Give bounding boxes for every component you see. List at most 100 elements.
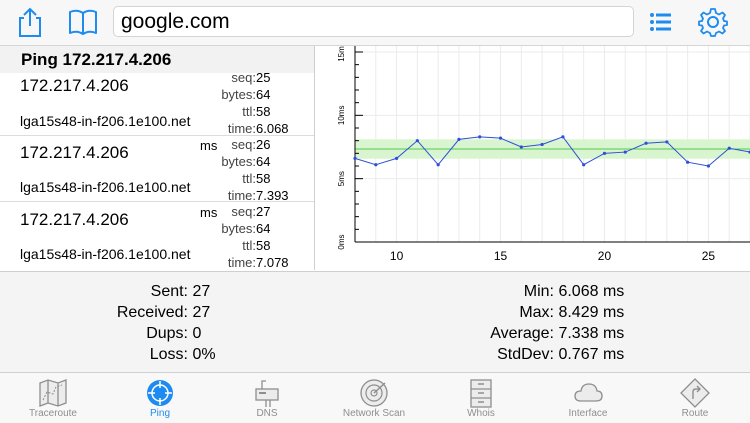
max-value: 8.429 ms [558, 304, 625, 321]
seq-label: seq: [231, 137, 256, 152]
book-icon[interactable] [67, 6, 99, 38]
latency-point [706, 164, 711, 168]
ping-list: Ping 172.217.4.206 172.217.4.206 lga15s4… [0, 46, 314, 269]
tab-whois[interactable]: Whois [428, 373, 534, 423]
time-label: time: [227, 121, 256, 136]
latency-point [415, 139, 419, 143]
latency-point [665, 140, 669, 144]
radar-icon [360, 379, 388, 407]
bytes-label: bytes: [221, 221, 256, 236]
average-stat: Average: 7.338 ms [440, 323, 624, 344]
ping-row[interactable]: 172.217.4.206 lga15s48-in-f206.1e100.net… [0, 202, 314, 269]
ttl-value: 58 [256, 104, 271, 119]
loss-label: Loss: [149, 346, 188, 363]
tab-traceroute[interactable]: Traceroute [0, 373, 106, 423]
row-ip: 172.217.4.206 [20, 143, 129, 162]
dups-label: Dups: [146, 325, 188, 342]
ping-title: Ping 172.217.4.206 [21, 50, 172, 69]
max-stat: Max: 8.429 ms [440, 302, 624, 323]
latency-point [498, 136, 503, 140]
y-tick-label: 5ms [337, 171, 346, 186]
cloud-icon [574, 383, 603, 402]
latency-point [686, 160, 690, 164]
seq-value: 25 [256, 70, 271, 85]
latency-point [561, 135, 565, 139]
gear-icon[interactable] [697, 6, 729, 38]
latency-point [374, 163, 378, 167]
map-icon [39, 379, 67, 407]
ttl-label: ttl: [242, 238, 256, 253]
bytes-value: 64 [256, 154, 271, 169]
tab-label: Traceroute [29, 408, 77, 419]
tab-label: Route [681, 408, 709, 419]
tab-label: Interface [568, 408, 608, 419]
seq-label: seq: [231, 70, 256, 85]
share-icon[interactable] [14, 6, 46, 38]
latency-point [457, 137, 461, 141]
dups-value: 0 [192, 325, 202, 342]
y-tick-label: 15ms [337, 46, 346, 62]
x-tick-label: 25 [702, 249, 716, 263]
sent-label: Sent: [150, 283, 188, 300]
y-tick-label: 10ms [337, 106, 346, 126]
loss-stat: Loss: 0% [60, 344, 216, 365]
tab-bar: Traceroute Ping DNS Network Scan Whois I… [0, 372, 750, 423]
received-stat: Received: 27 [60, 302, 210, 323]
latency-point [602, 151, 607, 155]
ping-row[interactable]: 172.217.4.206 lga15s48-in-f206.1e100.net… [0, 70, 314, 153]
latency-point [540, 142, 544, 147]
average-value: 7.338 ms [558, 325, 625, 342]
bytes-label: bytes: [221, 154, 256, 169]
bytes-value: 64 [256, 87, 271, 102]
ttl-value: 58 [256, 238, 271, 253]
sent-value: 27 [192, 283, 211, 300]
x-tick-label: 20 [598, 249, 612, 263]
tab-label: Ping [149, 408, 170, 419]
tab-label: Network Scan [342, 408, 406, 419]
url-input[interactable]: google.com [113, 6, 634, 37]
tab-ping[interactable]: Ping [107, 373, 213, 423]
loss-value: 0% [192, 346, 216, 363]
min-label: Min: [523, 283, 554, 300]
cabinet-icon [470, 379, 492, 408]
stddev-stat: StdDev: 0.767 ms [440, 344, 624, 365]
stats-panel: Sent: 27 Received: 27 Dups: 0 Loss: 0% M… [0, 271, 750, 373]
ping-row[interactable]: 172.217.4.206 lga15s48-in-f206.1e100.net… [0, 136, 314, 220]
tab-network-scan[interactable]: Network Scan [321, 373, 427, 423]
stddev-label: StdDev: [497, 346, 554, 363]
ttl-label: ttl: [242, 104, 256, 119]
latency-point [623, 150, 627, 154]
x-tick-label: 10 [390, 249, 404, 263]
row-ip: 172.217.4.206 [20, 76, 129, 95]
ping-latency-chart: 0ms 5ms 10ms 15ms 10 15 20 25 [315, 46, 750, 270]
received-label: Received: [116, 304, 188, 321]
tab-dns[interactable]: DNS [214, 373, 320, 423]
time-label: time: [227, 255, 256, 269]
bytes-label: bytes: [221, 87, 256, 102]
min-value: 6.068 ms [558, 283, 625, 300]
received-value: 27 [192, 304, 211, 321]
tab-route[interactable]: Route [642, 373, 748, 423]
min-stat: Min: 6.068 ms [440, 281, 625, 302]
list-icon[interactable] [645, 6, 677, 38]
average-label: Average: [490, 325, 554, 342]
row-host: lga15s48-in-f206.1e100.net [20, 179, 191, 195]
x-tick-label: 15 [494, 249, 508, 263]
seq-value: 27 [256, 204, 271, 219]
latency-point [644, 141, 648, 145]
latency-point [394, 156, 399, 160]
latency-point [436, 163, 440, 167]
tab-interface[interactable]: Interface [535, 373, 641, 423]
latency-point [727, 146, 731, 150]
row-host: lga15s48-in-f206.1e100.net [20, 113, 191, 129]
latency-point [582, 163, 586, 167]
ttl-value: 58 [256, 171, 271, 186]
row-host: lga15s48-in-f206.1e100.net [20, 246, 191, 262]
tab-label: Whois [467, 408, 495, 419]
mailbox-icon [255, 380, 279, 407]
sent-stat: Sent: 27 [60, 281, 211, 302]
latency-point [353, 156, 357, 160]
stddev-value: 0.767 ms [558, 346, 625, 363]
dups-stat: Dups: 0 [60, 323, 201, 344]
row-ip: 172.217.4.206 [20, 210, 129, 229]
